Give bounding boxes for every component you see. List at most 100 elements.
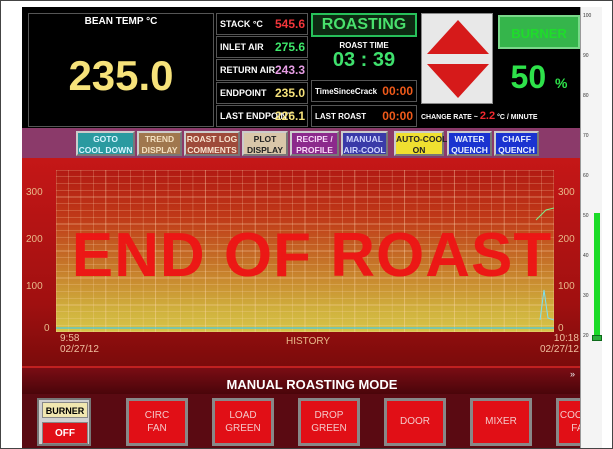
gauge-tick: 50	[583, 213, 589, 219]
bean-temp-title: BEAN TEMP °C	[84, 16, 158, 27]
last-roast-value: 00:00	[382, 109, 413, 123]
gauge-tick: 70	[583, 133, 589, 139]
return-air-value: 243.3	[274, 63, 305, 77]
return-air-row: RETURN AIR 243.3	[216, 59, 308, 81]
chaff-label-2: QUENCH	[498, 145, 535, 155]
gauge-tick: 80	[583, 93, 589, 99]
door-label: DOOR	[400, 416, 430, 427]
bean-temp-panel: BEAN TEMP °C 235.0	[28, 13, 214, 127]
last-roast-row: LAST ROAST 00:00	[311, 105, 417, 127]
inlet-air-label: INLET AIR	[220, 42, 264, 52]
burner-up-arrow-icon[interactable]	[427, 20, 489, 54]
water-label-2: QUENCH	[451, 145, 488, 155]
y-tick-left-300: 300	[26, 187, 43, 198]
recipe-profile-button[interactable]: RECIPE / PROFILE	[290, 131, 339, 156]
plot-label-2: DISPLAY	[246, 145, 284, 155]
roaster-window: BEAN TEMP °C 235.0 STACK °C 545.6 INLET …	[0, 0, 613, 449]
burner-value: 50 %	[498, 53, 580, 101]
manual-label-2: AIR-COOL	[343, 145, 386, 155]
readings-panel: STACK °C 545.6 INLET AIR 275.6 RETURN AI…	[216, 13, 308, 128]
circ-label-2: FAN	[147, 423, 167, 434]
inlet-air-row: INLET AIR 275.6	[216, 36, 308, 58]
since-crack-label: TimeSinceCrack	[315, 87, 378, 96]
circ-fan-button[interactable]: CIRC FAN	[126, 398, 188, 446]
gauge-tick: 40	[583, 253, 589, 259]
inlet-air-value: 275.6	[274, 40, 305, 54]
roastlog-label-1: ROAST LOG	[186, 134, 238, 144]
manual-air-cool-button[interactable]: MANUAL AIR-COOL	[341, 131, 388, 156]
chaff-quench-button[interactable]: CHAFF QUENCH	[494, 131, 539, 156]
bean-temp-value: 235.0	[68, 52, 174, 99]
drop-green-button[interactable]: DROP GREEN	[298, 398, 360, 446]
change-rate-label: CHANGE RATE ~	[421, 114, 478, 121]
water-quench-button[interactable]: WATER QUENCH	[447, 131, 492, 156]
return-air-label: RETURN AIR	[220, 65, 276, 75]
endpoint-row: ENDPOINT 235.0	[216, 82, 308, 104]
gauge-handle[interactable]	[592, 335, 602, 341]
x-start-time: 9:58	[60, 333, 80, 344]
last-roast-label: LAST ROAST	[315, 112, 367, 121]
roast-log-comments-button[interactable]: ROAST LOG COMMENTS	[184, 131, 240, 156]
change-rate-value: 2.2	[479, 110, 496, 122]
drop-label-1: DROP	[314, 410, 344, 421]
water-label-1: WATER	[454, 134, 485, 144]
endpoint-value: 235.0	[274, 86, 305, 100]
change-rate: CHANGE RATE ~ 2.2 °C / MINUTE	[421, 107, 591, 125]
goto-cool-down-button[interactable]: GOTO COOL DOWN	[76, 131, 135, 156]
gauge-tick: 100	[583, 13, 592, 19]
roast-status-panel: ROASTING ROAST TIME 03 : 39 TimeSinceCra…	[311, 13, 417, 127]
roasting-status: ROASTING	[311, 13, 417, 37]
roast-time-value: 03 : 39	[332, 49, 396, 71]
chaff-label-1: CHAFF	[502, 134, 531, 144]
recipe-label-2: PROFILE	[296, 145, 333, 155]
x-end-label: 10:18 02/27/12	[540, 333, 579, 355]
gauge-level-bar	[594, 213, 600, 337]
burner-button-label: BURNER	[42, 402, 88, 418]
roaster-screen: BEAN TEMP °C 235.0 STACK °C 545.6 INLET …	[22, 7, 602, 449]
recipe-label-1: RECIPE /	[296, 134, 333, 144]
chevron-right-icon[interactable]: »	[570, 369, 575, 379]
roastlog-label-2: COMMENTS	[187, 145, 237, 155]
gauge-tick: 30	[583, 293, 589, 299]
since-crack-row: TimeSinceCrack 00:00	[311, 80, 417, 102]
last-endpoint-value: 226.1	[274, 109, 305, 123]
goto-label-2: COOL DOWN	[78, 145, 133, 155]
roasting-mode-label: MANUAL ROASTING MODE	[226, 377, 398, 392]
door-button[interactable]: DOOR	[384, 398, 446, 446]
x-start-date: 02/27/12	[60, 344, 99, 355]
stack-label: STACK °C	[220, 19, 263, 29]
burner-down-arrow-icon[interactable]	[427, 64, 489, 98]
burner-unit: %	[555, 75, 568, 91]
drop-label-2: GREEN	[311, 423, 347, 434]
auto-cool-button[interactable]: AUTO-COOL ON	[394, 131, 447, 156]
burner-adjust-panel	[421, 13, 493, 104]
x-start-label: 9:58 02/27/12	[60, 333, 99, 355]
goto-label-1: GOTO	[93, 134, 118, 144]
mixer-button[interactable]: MIXER	[470, 398, 532, 446]
burner-percent-value: 50	[510, 59, 547, 95]
stack-row: STACK °C 545.6	[216, 13, 308, 35]
y-tick-left-0: 0	[44, 323, 50, 334]
gauge-tick: 60	[583, 173, 589, 179]
autocool-label-2: ON	[412, 145, 426, 155]
y-tick-right-300: 300	[558, 187, 575, 198]
trend-display-button[interactable]: TREND DISPLAY	[137, 131, 182, 156]
burner-off-button[interactable]: BURNER OFF	[37, 398, 91, 446]
since-crack-value: 00:00	[382, 84, 413, 98]
trend-label-2: DISPLAY	[141, 145, 178, 155]
end-of-roast-overlay: END OF ROAST	[71, 221, 553, 290]
plot-display-button[interactable]: PLOT DISPLAY	[242, 131, 288, 156]
function-toolbar: GOTO COOL DOWN TREND DISPLAY ROAST LOG COMM…	[22, 128, 602, 158]
trend-label-1: TREND	[144, 134, 175, 144]
trace-line	[535, 207, 554, 221]
load-green-button[interactable]: LOAD GREEN	[212, 398, 274, 446]
burner-gauge[interactable]: 100 90 80 70 60 50 40 30 20	[580, 7, 602, 449]
burner-panel: BURNER 50 %	[496, 13, 582, 104]
x-end-date: 02/27/12	[540, 344, 579, 355]
manual-label-1: MANUAL	[346, 134, 383, 144]
mixer-label: MIXER	[485, 416, 517, 427]
history-label: HISTORY	[286, 336, 331, 347]
burner-label[interactable]: BURNER	[498, 15, 580, 49]
gauge-tick: 90	[583, 53, 589, 59]
last-endpoint-row: LAST ENDPOINT 226.1	[216, 105, 308, 127]
